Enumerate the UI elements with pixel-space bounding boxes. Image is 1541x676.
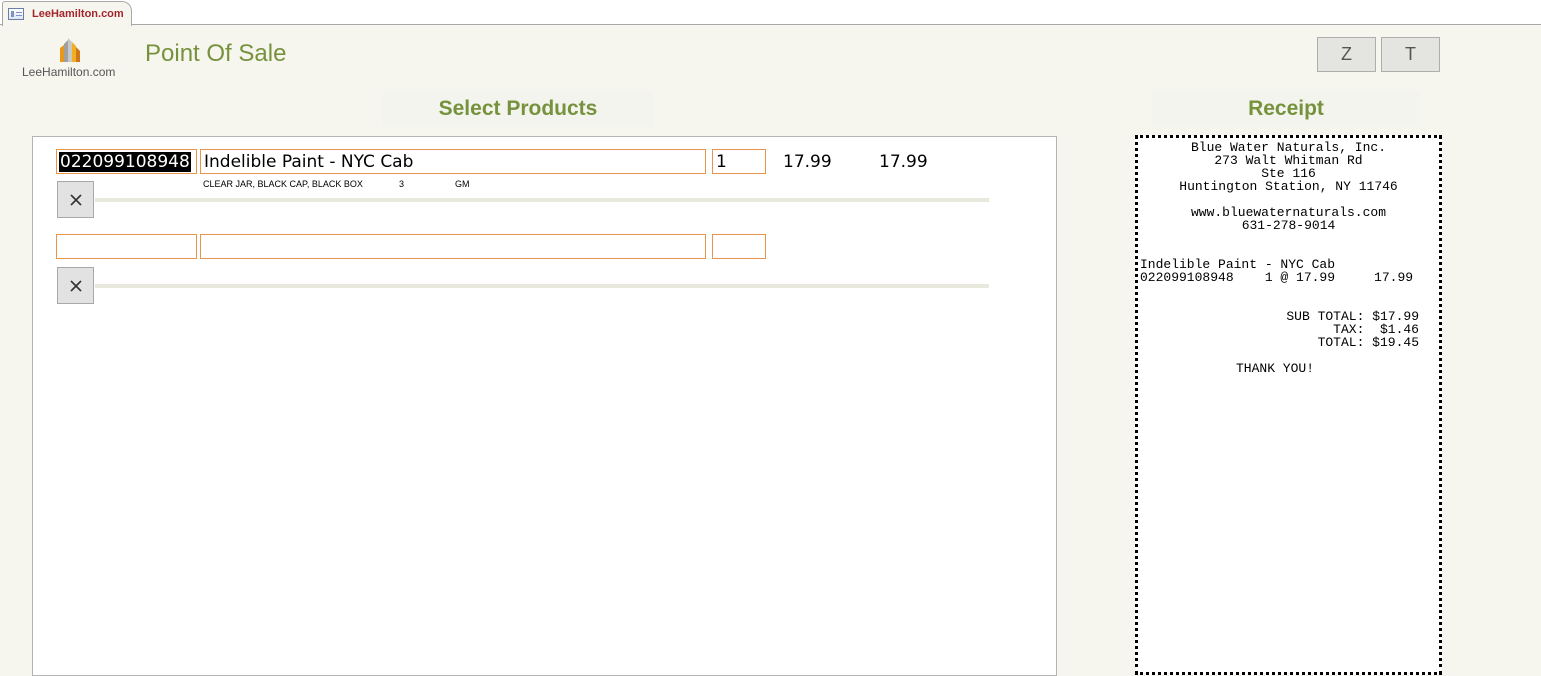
line-separator [95,198,989,202]
receipt-item-line: 022099108948 1 @ 17.99 17.99 [1140,270,1414,285]
receipt-city: Huntington Station, NY 11746 [1179,179,1398,194]
unit-price: 17.99 [783,152,832,172]
quantity-input[interactable]: 1 [712,149,766,174]
receipt-header: Receipt [1152,91,1420,127]
document-tab-label: LeeHamilton.com [32,8,124,20]
line-total: 17.99 [879,152,928,172]
receipt-total: TOTAL: $19.45 [1317,335,1419,350]
product-code-input[interactable]: 022099108948 [56,149,197,174]
quantity-input[interactable] [712,234,766,259]
x-icon [69,193,82,206]
line-separator [95,284,989,288]
building-logo-icon [60,38,80,62]
select-products-header: Select Products [383,91,653,127]
receipt-phone: 631-278-9014 [1241,218,1336,233]
page-title: Point Of Sale [145,40,287,67]
product-description-input[interactable]: Indelible Paint - NYC Cab [200,149,706,174]
product-size: 3 [399,179,405,189]
z-report-button[interactable]: Z [1317,37,1376,72]
x-icon [69,279,82,292]
form-icon [8,8,24,20]
receipt-panel: Blue Water Naturals, Inc. 273 Walt Whitm… [1135,135,1442,675]
document-tab[interactable]: LeeHamilton.com [2,1,132,26]
product-unit: GM [455,179,470,189]
document-tab-strip: LeeHamilton.com [0,0,1541,26]
company-logo: LeeHamilton.com [22,36,118,79]
product-description-input[interactable] [200,234,706,259]
delete-line-button[interactable] [57,267,94,304]
delete-line-button[interactable] [57,181,94,218]
products-panel: 022099108948 Indelible Paint - NYC Cab 1… [32,136,1057,676]
t-button[interactable]: T [1381,37,1440,72]
product-code-value: 022099108948 [59,151,191,172]
logo-text: LeeHamilton.com [22,65,116,79]
receipt-thank-you: THANK YOU! [1236,361,1315,376]
product-details: CLEAR JAR, BLACK CAP, BLACK BOX [203,179,363,189]
product-code-input[interactable] [56,234,197,259]
